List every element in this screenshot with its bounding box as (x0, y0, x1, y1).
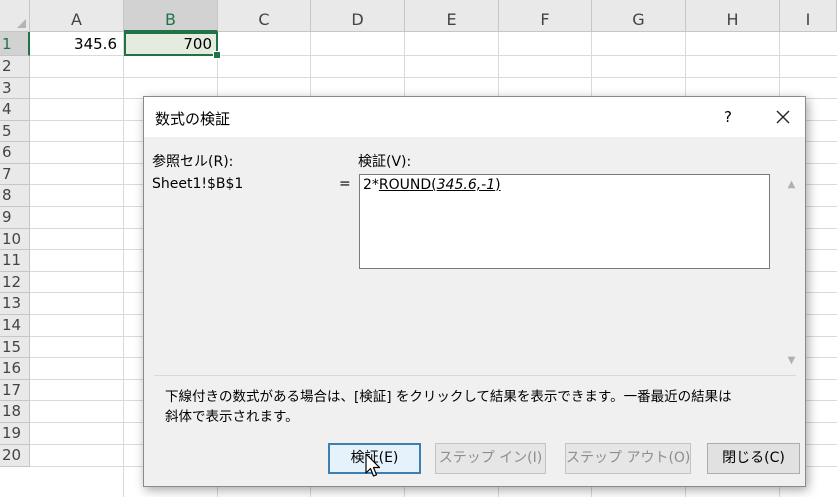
row-header-9[interactable]: 9 (0, 207, 30, 229)
evaluation-box[interactable]: 2*ROUND(345.6,-1) (359, 174, 770, 269)
column-header-a[interactable]: A (30, 0, 124, 32)
column-header-h[interactable]: H (686, 0, 780, 32)
gridline (30, 77, 837, 78)
select-all-corner[interactable] (0, 0, 30, 32)
column-header-c[interactable]: C (218, 0, 311, 32)
formula-underlined-expression: ROUND(345.6,-1) (379, 177, 501, 193)
formula-prefix: 2* (363, 177, 379, 193)
row-header-12[interactable]: 12 (0, 272, 30, 293)
row-header-4[interactable]: 4 (0, 99, 30, 121)
info-line-1: 下線付きの数式がある場合は、[検証] をクリックして結果を表示できます。一番最近… (165, 389, 732, 405)
scroll-down-icon[interactable]: ▼ (783, 354, 800, 368)
dialog-title: 数式の検証 (155, 110, 231, 128)
close-button[interactable]: 閉じる(C) (707, 443, 800, 474)
formula-function: ROUND (378, 177, 432, 193)
column-header-f[interactable]: F (499, 0, 592, 32)
formula-close-paren: ) (495, 177, 501, 193)
row-header-1[interactable]: 1 (0, 32, 30, 56)
evaluation-scrollbar[interactable]: ▲ ▼ (783, 174, 800, 372)
reference-value: Sheet1!$B$1 (152, 176, 244, 192)
row-header-10[interactable]: 10 (0, 229, 30, 250)
row-header-3[interactable]: 3 (0, 78, 30, 99)
fill-handle[interactable] (213, 51, 221, 59)
row-header-8[interactable]: 8 (0, 185, 30, 207)
row-header-19[interactable]: 19 (0, 423, 30, 445)
row-header-20[interactable]: 20 (0, 445, 30, 467)
cell-a1[interactable]: 345.6 (30, 33, 121, 54)
row-header-16[interactable]: 16 (0, 358, 30, 380)
info-text: 下線付きの数式がある場合は、[検証] をクリックして結果を表示できます。一番最近… (165, 387, 765, 427)
column-header-b[interactable]: B (124, 0, 218, 32)
row-header-5[interactable]: 5 (0, 121, 30, 142)
equals-sign: = (339, 176, 351, 192)
gridline (123, 32, 124, 497)
select-all-triangle-icon (17, 19, 26, 28)
row-header-2[interactable]: 2 (0, 56, 30, 78)
scroll-up-icon[interactable]: ▲ (783, 178, 800, 192)
step-in-button[interactable]: ステップ イン(I) (435, 443, 546, 474)
cell-b1-selected[interactable]: 700 (124, 32, 218, 56)
row-header-18[interactable]: 18 (0, 401, 30, 423)
column-header-d[interactable]: D (311, 0, 405, 32)
reference-label: 参照セル(R): (152, 154, 234, 170)
divider (154, 375, 796, 376)
evaluation-label: 検証(V): (358, 154, 412, 170)
row-header-13[interactable]: 13 (0, 293, 30, 315)
row-header-15[interactable]: 15 (0, 337, 30, 358)
evaluate-formula-dialog: 数式の検証 ? 参照セル(R): Sheet1!$B$1 = 検証(V): 2*… (143, 96, 806, 487)
column-header-g[interactable]: G (592, 0, 686, 32)
row-header-14[interactable]: 14 (0, 315, 30, 337)
info-line-2: 斜体で表示されます。 (165, 409, 299, 425)
close-icon[interactable] (769, 103, 797, 131)
formula-evaluated-args: 345.6,-1 (436, 177, 496, 193)
row-header-7[interactable]: 7 (0, 164, 30, 185)
column-header-e[interactable]: E (405, 0, 499, 32)
column-header-i[interactable]: I (780, 0, 837, 32)
step-out-button[interactable]: ステップ アウト(O) (565, 443, 691, 474)
mouse-pointer-icon (365, 453, 381, 483)
dialog-titlebar[interactable]: 数式の検証 ? (144, 97, 805, 137)
help-button[interactable]: ? (716, 105, 740, 129)
row-header-17[interactable]: 17 (0, 380, 30, 401)
row-header-6[interactable]: 6 (0, 142, 30, 164)
row-header-11[interactable]: 11 (0, 250, 30, 272)
